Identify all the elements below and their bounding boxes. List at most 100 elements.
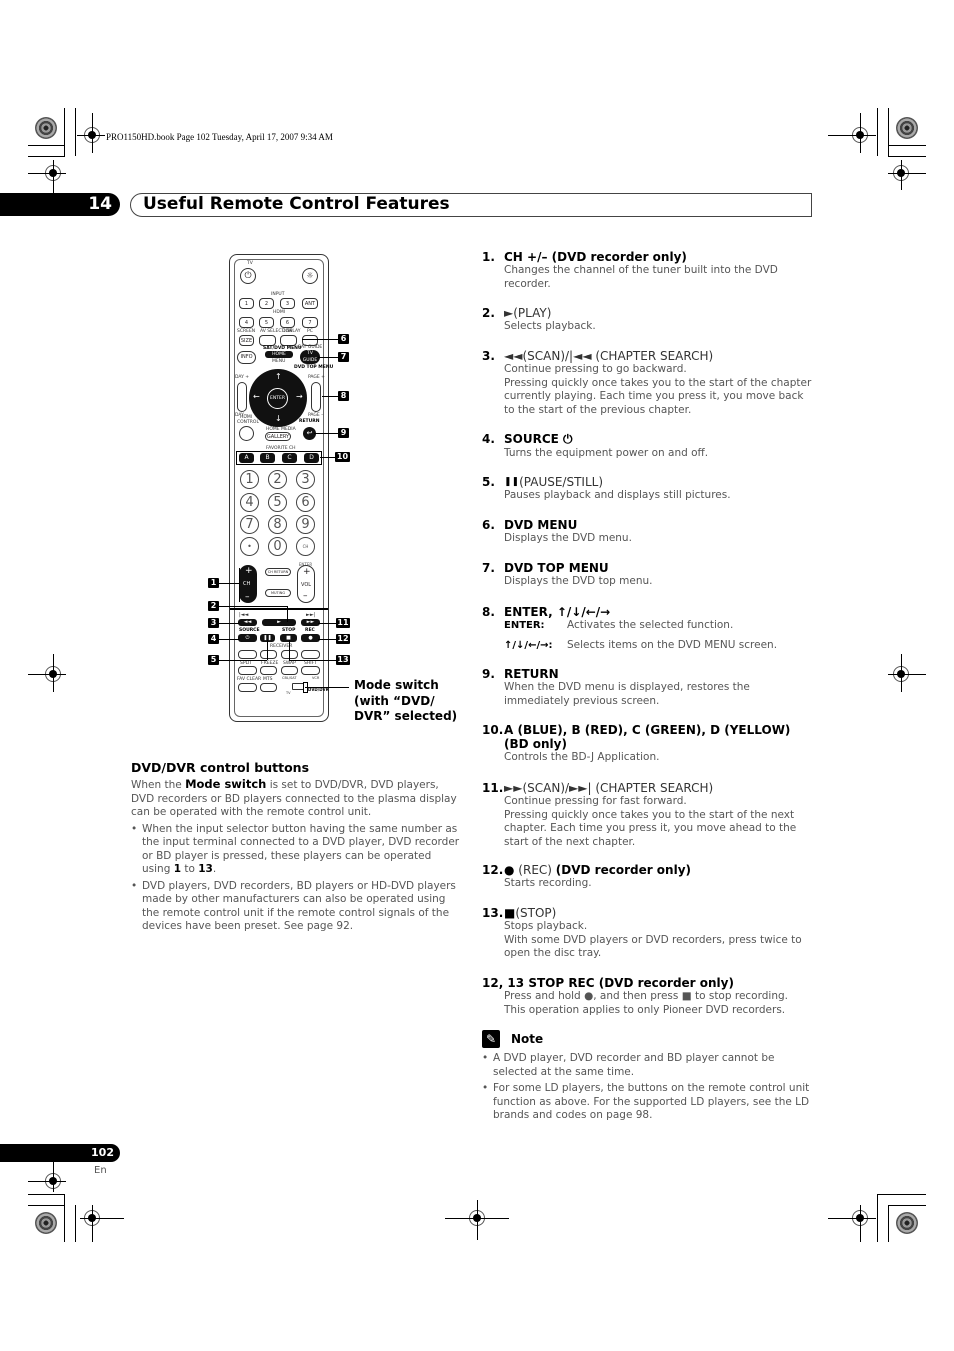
gallery-button: GALLERY: [265, 432, 291, 441]
item-number: 4.: [482, 432, 495, 446]
item-title: (PAUSE/STILL): [519, 475, 604, 489]
arrow-left-icon: ←: [253, 392, 260, 401]
crop-mark: [80, 1218, 124, 1219]
crop-mark: [28, 1205, 65, 1206]
mts-button: [260, 683, 277, 692]
callout-4: 4: [208, 634, 219, 644]
item-desc: Starts recording.: [504, 877, 592, 889]
crop-mark: [28, 145, 65, 146]
item-number: 13.: [482, 906, 504, 920]
callout-leader: [267, 640, 268, 660]
crop-mark: [28, 1194, 65, 1195]
item-desc: Changes the channel of the tuner built i…: [504, 264, 778, 290]
rec-label: REC: [305, 628, 315, 633]
callout-leader: [314, 433, 338, 434]
input-1-button: 1: [239, 298, 254, 309]
digit-2-button: 2: [268, 470, 287, 489]
ch-return-button: CH RETURN: [265, 568, 291, 576]
item-number: 8.: [482, 605, 495, 619]
sub-key: ENTER:: [504, 620, 545, 631]
print-header: PRO1150HD.book Page 102 Tuesday, April 1…: [106, 132, 333, 142]
receiver-power-button: [238, 650, 257, 659]
registration-rose-icon: [35, 117, 57, 139]
page-number: 102: [91, 1146, 114, 1159]
crop-mark: [53, 1162, 54, 1192]
crop-mark: [75, 1205, 76, 1242]
input-2-button: 2: [259, 298, 274, 309]
crop-mark: [888, 108, 889, 156]
vcr-label: VCR: [312, 676, 320, 680]
chapter-number: 14: [88, 194, 112, 214]
note-box: ✎ Note A DVD player, DVD recorder and BD…: [482, 1030, 812, 1123]
pencil-icon: ✎: [482, 1030, 500, 1048]
info-button: INFO: [237, 351, 256, 364]
item-desc: Turns the equipment power on and off.: [504, 447, 709, 459]
registration-rose-icon: [896, 1212, 918, 1234]
crop-mark: [860, 113, 861, 153]
callout-7: 7: [338, 352, 349, 362]
registration-rose-icon: [35, 1212, 57, 1234]
freeze-button: [260, 666, 277, 675]
item-desc: Displays the DVD menu.: [504, 532, 632, 544]
bullet-text: to: [181, 863, 199, 875]
item-12: 12. ● (REC) (DVD recorder only) Starts re…: [482, 863, 812, 891]
callout-leader: [219, 660, 267, 661]
callout-leader: [289, 640, 290, 660]
crop-mark: [877, 108, 878, 156]
input-3-button: 3: [280, 298, 295, 309]
item-desc: Pressing quickly once takes you to the s…: [504, 808, 797, 848]
callout-leader: [318, 623, 336, 624]
source-button: ⏻: [238, 634, 257, 642]
item-3: 3. ◄◄ (SCAN)/|◄◄ (CHAPTER SEARCH) Continu…: [482, 349, 812, 417]
digit-1-button: 1: [240, 470, 259, 489]
item-13: 13. ■ (STOP) Stops playback. With some DV…: [482, 906, 812, 961]
item-desc: Continue pressing for fast forward.: [504, 795, 687, 807]
favorite-a-button: A: [239, 453, 254, 463]
digit-9-button: 9: [296, 515, 315, 534]
item-4: 4. SOURCE ⏻ Turns the equipment power on …: [482, 432, 812, 461]
item-title: SOURCE ⏻: [504, 432, 573, 446]
caption-line: Mode switch: [354, 678, 439, 692]
receiver-input-button: [260, 650, 277, 659]
caption-line: (with “DVD/: [354, 693, 435, 708]
item-number: 12.: [482, 863, 504, 877]
dvd-top-menu-label: DVD TOP MENU: [294, 365, 334, 370]
item-title: ENTER, ↑/↓/←/→: [504, 605, 611, 619]
stop-label: STOP: [282, 628, 296, 633]
chapter-tab: 14: [0, 193, 120, 216]
crop-mark: [477, 1200, 478, 1240]
vol-label: VOL: [301, 582, 312, 588]
play-button: ►: [262, 619, 296, 626]
ch-rocker: + CH –: [239, 565, 257, 603]
ch-minus-icon: –: [245, 592, 250, 602]
digit-5-button: 5: [268, 493, 287, 512]
pc-label: PC: [307, 329, 313, 334]
crop-mark: [888, 674, 926, 675]
item-desc: Press and hold ●, and then press ■ to st…: [504, 990, 788, 1016]
digit-3-button: 3: [296, 470, 315, 489]
hdmi-control-button: [239, 426, 254, 441]
crop-mark: [888, 173, 926, 174]
crop-mark: [860, 1205, 861, 1242]
panel-divider: [230, 608, 328, 610]
item-number: 6.: [482, 518, 495, 532]
item-title-bold: (DVD recorder only): [555, 863, 692, 877]
pause-icon: ❚❚: [504, 477, 520, 487]
crop-mark: [888, 1205, 926, 1206]
callout-leader: [219, 606, 287, 607]
day-rocker: [237, 382, 247, 412]
crop-mark: [53, 160, 54, 193]
crop-mark: [28, 674, 66, 675]
item-number: 1.: [482, 250, 495, 264]
day-plus-label: DAY +: [235, 375, 250, 380]
arrow-up-icon: ↑: [275, 372, 282, 381]
callout-leader: [322, 396, 338, 397]
item-11: 11. ►► (SCAN)/►►| (CHAPTER SEARCH) Contin…: [482, 781, 812, 849]
crop-mark: [28, 173, 66, 174]
crop-mark: [877, 1194, 878, 1242]
bullet-item: When the input selector button having th…: [131, 823, 461, 877]
crop-mark: [828, 135, 876, 136]
arrow-right-icon: →: [296, 392, 303, 401]
page-minus-label: PAGE –: [308, 413, 324, 418]
ant-button: ANT: [302, 298, 318, 309]
